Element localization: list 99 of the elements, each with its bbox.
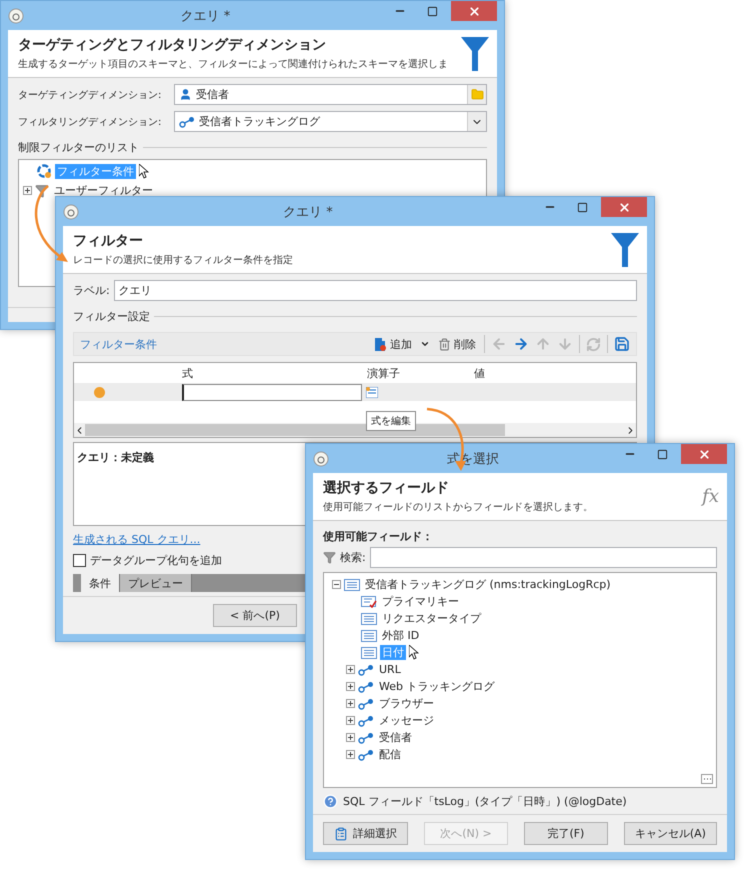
tree-item[interactable]: プライマリキー bbox=[380, 594, 461, 609]
checkbox[interactable] bbox=[73, 554, 86, 567]
filtering-dropdown[interactable]: 受信者トラッキングログ bbox=[174, 111, 487, 132]
save-icon[interactable] bbox=[614, 336, 630, 352]
toolbar-title: フィルター条件 bbox=[80, 336, 158, 352]
close-button[interactable] bbox=[451, 1, 497, 21]
delete-button[interactable]: 削除 bbox=[436, 336, 478, 352]
trash-icon bbox=[438, 338, 451, 350]
app-icon bbox=[313, 450, 329, 466]
column-header: 値 bbox=[474, 366, 486, 380]
expand-icon[interactable] bbox=[346, 750, 355, 759]
funnel-icon bbox=[35, 184, 49, 198]
close-icon bbox=[618, 200, 630, 214]
dialog-button[interactable]: キャンセル(A) bbox=[624, 822, 717, 845]
dialog-description: 使用可能フィールドのリストからフィールドを選択します。 bbox=[323, 500, 594, 514]
dialog-heading: 選択するフィールド bbox=[323, 479, 450, 497]
link-icon bbox=[358, 664, 374, 676]
expand-icon[interactable] bbox=[346, 682, 355, 691]
tree-item[interactable]: ユーザーフィルター bbox=[52, 183, 155, 198]
tree-item[interactable]: リクエスタータイプ bbox=[380, 611, 483, 626]
funnel-icon bbox=[461, 36, 489, 70]
column-header: 演算子 bbox=[367, 366, 401, 380]
add-button[interactable]: 追加 bbox=[371, 336, 414, 352]
close-button[interactable] bbox=[601, 197, 647, 217]
label-field[interactable]: クエリ bbox=[114, 280, 637, 301]
link-icon bbox=[179, 116, 195, 128]
summary-text: クエリ：未定義 bbox=[77, 451, 154, 464]
field-label: ターゲティングディメンション: bbox=[18, 88, 162, 102]
close-icon bbox=[468, 4, 480, 18]
close-icon bbox=[698, 448, 710, 460]
section-title: フィルター設定 bbox=[73, 309, 150, 324]
tree-item[interactable]: Web トラッキングログ bbox=[377, 679, 496, 694]
link-icon bbox=[358, 698, 374, 710]
tooltip: 式を編集 bbox=[366, 411, 416, 431]
field-icon bbox=[361, 630, 377, 642]
tree-item[interactable]: メッセージ bbox=[377, 713, 436, 728]
close-button[interactable] bbox=[681, 444, 727, 464]
search-label: 検索: bbox=[340, 550, 366, 565]
field-label: フィルタリングディメンション: bbox=[18, 116, 162, 128]
tree-item[interactable]: 外部 ID bbox=[380, 628, 422, 643]
dialog-button[interactable]: 完了(F) bbox=[524, 822, 608, 845]
link-icon bbox=[358, 680, 374, 692]
field-icon bbox=[361, 612, 377, 624]
funnel-icon bbox=[611, 232, 639, 266]
targeting-field[interactable]: 受信者 bbox=[174, 84, 487, 105]
key-field-icon bbox=[361, 596, 377, 608]
app-icon bbox=[63, 204, 79, 220]
field-label: ラベル: bbox=[73, 283, 110, 298]
link-icon bbox=[358, 748, 374, 760]
window-title: クエリ * bbox=[282, 204, 334, 220]
caret-icon[interactable] bbox=[420, 339, 430, 349]
field-info: SQL フィールド「tsLog」(タイプ「日時」) (@logDate) bbox=[343, 794, 627, 809]
fields-label: 使用可能フィールド： bbox=[323, 529, 433, 544]
expand-icon[interactable] bbox=[23, 186, 32, 195]
field-icon bbox=[361, 646, 377, 658]
window-title: クエリ * bbox=[180, 8, 232, 24]
maximize-icon bbox=[426, 6, 438, 16]
person-icon bbox=[179, 88, 192, 101]
expand-icon[interactable] bbox=[346, 733, 355, 742]
search-field[interactable] bbox=[370, 547, 717, 568]
expand-icon[interactable] bbox=[346, 665, 355, 674]
dialog-heading: ターゲティングとフィルタリングディメンション bbox=[18, 36, 327, 54]
dialog-heading: フィルター bbox=[73, 232, 144, 250]
more-icon[interactable] bbox=[701, 774, 713, 784]
expression-input[interactable] bbox=[182, 384, 362, 400]
link-icon bbox=[358, 732, 374, 744]
status-dot-icon bbox=[94, 386, 105, 398]
dialog-description: 生成するターゲット項目のスキーマと、フィルターによって関連付けられたスキーマを選択しま bbox=[18, 58, 449, 71]
field-icon bbox=[344, 578, 360, 590]
column-header: 式 bbox=[182, 366, 194, 380]
checkbox-label: データグループ化句を追加 bbox=[90, 553, 222, 568]
maximize-icon bbox=[656, 448, 668, 460]
dialog-description: レコードの選択に使用するフィルター条件を指定 bbox=[73, 254, 294, 267]
tree-item[interactable]: 受信者トラッキングログ (nms:trackingLogRcp) bbox=[363, 577, 613, 592]
pointer-icon bbox=[409, 645, 419, 660]
expand-icon[interactable] bbox=[346, 699, 355, 708]
sql-query-link[interactable]: 生成される SQL クエリ... bbox=[73, 532, 200, 547]
fx-label: fx bbox=[702, 486, 719, 507]
help-icon bbox=[323, 794, 338, 809]
tree-item[interactable]: ブラウザー bbox=[377, 696, 436, 711]
section-title: 制限フィルターのリスト bbox=[18, 140, 139, 155]
tab[interactable]: プレビュー bbox=[120, 574, 192, 592]
back-button[interactable]: < 前へ(P) bbox=[213, 604, 297, 627]
tree-item[interactable]: 配信 bbox=[377, 747, 403, 762]
condition-icon bbox=[37, 164, 52, 179]
app-icon bbox=[8, 8, 24, 24]
expand-icon[interactable] bbox=[346, 716, 355, 725]
maximize-icon bbox=[576, 202, 588, 212]
funnel-icon bbox=[323, 551, 336, 564]
clipboard-icon bbox=[334, 826, 348, 840]
edit-expression-icon[interactable] bbox=[366, 386, 378, 398]
tree-item[interactable]: URL bbox=[377, 663, 403, 676]
pointer-icon bbox=[139, 164, 149, 179]
tab[interactable]: 条件 bbox=[81, 574, 120, 592]
link-icon bbox=[358, 714, 374, 726]
tree-item[interactable]: 受信者 bbox=[377, 730, 414, 745]
collapse-icon[interactable] bbox=[332, 580, 341, 589]
add-icon bbox=[373, 336, 387, 352]
dialog-button[interactable]: 詳細選択 bbox=[323, 822, 408, 845]
